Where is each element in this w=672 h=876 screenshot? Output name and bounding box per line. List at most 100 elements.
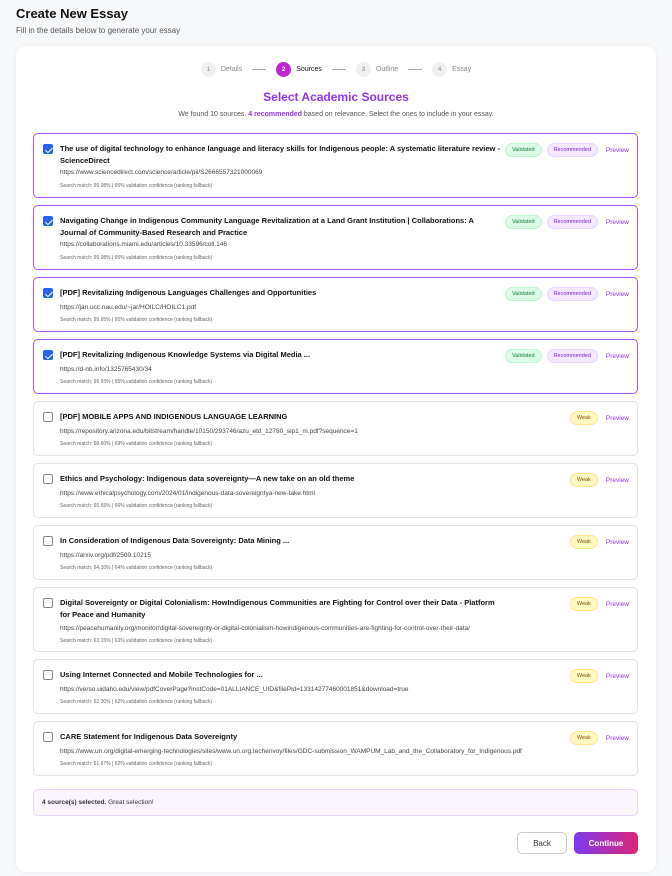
source-card[interactable]: Digital Sovereignty or Digital Coloniali… bbox=[33, 587, 638, 652]
source-checkbox[interactable] bbox=[43, 288, 53, 298]
source-card[interactable]: [PDF] Revitalizing Indigenous Languages … bbox=[33, 277, 638, 332]
weak-badge: Weak bbox=[569, 597, 598, 611]
source-checkbox[interactable] bbox=[43, 536, 53, 546]
source-title: Navigating Change in Indigenous Communit… bbox=[60, 216, 474, 237]
source-meta: Search match: 68.60% | 69% validation co… bbox=[60, 441, 213, 447]
validated-badge: Validated bbox=[505, 143, 542, 157]
validated-badge: Validated bbox=[505, 349, 542, 363]
preview-link[interactable]: Preview bbox=[606, 353, 629, 360]
source-meta: Search match: 64.10% | 64% validation co… bbox=[60, 565, 213, 571]
source-meta: Search match: 99.95% | 95% validation co… bbox=[60, 317, 213, 323]
source-badges: Validated Recommended Preview bbox=[505, 215, 629, 229]
step-outline[interactable]: 3 Outline bbox=[355, 61, 399, 77]
source-badges: Validated Recommended Preview bbox=[505, 287, 629, 301]
source-checkbox[interactable] bbox=[43, 474, 53, 484]
source-title: [PDF] Revitalizing Indigenous Languages … bbox=[60, 288, 317, 297]
preview-link[interactable]: Preview bbox=[606, 673, 629, 680]
source-checkbox[interactable] bbox=[43, 144, 53, 154]
source-checkbox[interactable] bbox=[43, 598, 53, 608]
preview-link[interactable]: Preview bbox=[606, 477, 629, 484]
source-title: [PDF] MOBILE APPS AND INDIGENOUS LANGUAG… bbox=[60, 412, 288, 421]
source-title: [PDF] Revitalizing Indigenous Knowledge … bbox=[60, 350, 311, 359]
source-checkbox[interactable] bbox=[43, 670, 53, 680]
source-meta: Search match: 61.67% | 62% validation co… bbox=[60, 761, 213, 767]
source-badges: Validated Recommended Preview bbox=[505, 349, 629, 363]
source-badges: Weak Preview bbox=[569, 669, 629, 683]
validated-badge: Validated bbox=[505, 215, 542, 229]
source-url: https://jan.ucc.nau.edu/~jar/HOILC/HOILC… bbox=[60, 304, 197, 311]
source-title: Using Internet Connected and Mobile Tech… bbox=[60, 670, 263, 679]
preview-link[interactable]: Preview bbox=[606, 219, 629, 226]
preview-link[interactable]: Preview bbox=[606, 147, 629, 154]
source-checkbox[interactable] bbox=[43, 732, 53, 742]
source-checkbox[interactable] bbox=[43, 216, 53, 226]
page-subtitle: Fill in the details below to generate yo… bbox=[16, 26, 181, 35]
source-badges: Weak Preview bbox=[569, 411, 629, 425]
source-checkbox[interactable] bbox=[43, 350, 53, 360]
source-card[interactable]: The use of digital technology to enhance… bbox=[33, 133, 638, 198]
step-number: 3 bbox=[355, 61, 371, 77]
source-card[interactable]: [PDF] Revitalizing Indigenous Knowledge … bbox=[33, 339, 638, 394]
step-number: 1 bbox=[200, 61, 216, 77]
intro-text: We found 10 sources. bbox=[178, 111, 247, 118]
recommended-badge: Recommended bbox=[546, 287, 598, 301]
source-badges: Weak Preview bbox=[569, 597, 629, 611]
intro-text-end: based on relevance. Select the ones to i… bbox=[303, 111, 494, 118]
source-badges: Weak Preview bbox=[569, 535, 629, 549]
source-card[interactable]: Navigating Change in Indigenous Communit… bbox=[33, 205, 638, 270]
step-essay[interactable]: 4 Essay bbox=[432, 61, 472, 77]
preview-link[interactable]: Preview bbox=[606, 539, 629, 546]
step-divider bbox=[408, 68, 423, 70]
source-meta: Search match: 99.98% | 95% validation co… bbox=[60, 255, 213, 261]
source-card[interactable]: Using Internet Connected and Mobile Tech… bbox=[33, 659, 638, 714]
step-sources[interactable]: 2 Sources bbox=[276, 61, 322, 77]
source-title: CARE Statement for Indigenous Data Sover… bbox=[60, 732, 238, 741]
source-card[interactable]: CARE Statement for Indigenous Data Sover… bbox=[33, 721, 638, 776]
recommended-badge: Recommended bbox=[546, 215, 598, 229]
weak-badge: Weak bbox=[569, 669, 598, 683]
recommended-badge: Recommended bbox=[546, 349, 598, 363]
selection-summary: 4 source(s) selected. Great selection! bbox=[33, 789, 638, 816]
step-number: 4 bbox=[432, 61, 448, 77]
section-intro: We found 10 sources. 4 recommended based… bbox=[16, 111, 656, 118]
source-checkbox[interactable] bbox=[43, 412, 53, 422]
source-badges: Weak Preview bbox=[569, 473, 629, 487]
preview-link[interactable]: Preview bbox=[606, 415, 629, 422]
source-card[interactable]: In Consideration of Indigenous Data Sove… bbox=[33, 525, 638, 580]
source-meta: Search match: 63.15% | 63% validation co… bbox=[60, 638, 213, 644]
continue-button[interactable]: Continue bbox=[574, 832, 638, 854]
source-title: In Consideration of Indigenous Data Sove… bbox=[60, 536, 290, 545]
step-label: Details bbox=[220, 65, 243, 73]
source-url: https://peacehumanity.org/monitor/digita… bbox=[60, 625, 470, 632]
back-button[interactable]: Back bbox=[517, 832, 567, 854]
source-card[interactable]: [PDF] MOBILE APPS AND INDIGENOUS LANGUAG… bbox=[33, 401, 638, 456]
source-url: https://verso.uidaho.edu/view/pdfCoverPa… bbox=[60, 686, 409, 693]
source-title: Digital Sovereignty or Digital Coloniali… bbox=[60, 598, 495, 619]
preview-link[interactable]: Preview bbox=[606, 601, 629, 608]
step-details[interactable]: 1 Details bbox=[200, 61, 243, 77]
source-url: https://d-nb.info/1325765430/34 bbox=[60, 366, 152, 373]
weak-badge: Weak bbox=[569, 473, 598, 487]
step-label: Essay bbox=[452, 65, 472, 73]
preview-link[interactable]: Preview bbox=[606, 735, 629, 742]
source-badges: Validated Recommended Preview bbox=[505, 143, 629, 157]
source-url: https://www.sciencedirect.com/science/ar… bbox=[60, 169, 263, 176]
source-url: https://www.ethicalpsychology.com/2024/0… bbox=[60, 490, 315, 497]
intro-highlight: 4 recommended bbox=[248, 111, 302, 118]
step-label: Outline bbox=[375, 65, 399, 73]
step-divider bbox=[252, 68, 267, 70]
recommended-badge: Recommended bbox=[546, 143, 598, 157]
weak-badge: Weak bbox=[569, 731, 598, 745]
preview-link[interactable]: Preview bbox=[606, 291, 629, 298]
source-title: The use of digital technology to enhance… bbox=[60, 144, 500, 165]
source-url: https://collaborations.miami.edu/article… bbox=[60, 241, 227, 248]
step-number: 2 bbox=[276, 61, 292, 77]
source-card[interactable]: Ethics and Psychology: Indigenous data s… bbox=[33, 463, 638, 518]
source-badges: Weak Preview bbox=[569, 731, 629, 745]
validated-badge: Validated bbox=[505, 287, 542, 301]
selection-count: 4 source(s) selected. bbox=[42, 799, 107, 806]
stepper: 1 Details 2 Sources 3 Outline 4 Essay bbox=[16, 61, 656, 77]
selection-message: Great selection! bbox=[108, 799, 154, 806]
weak-badge: Weak bbox=[569, 535, 598, 549]
step-label: Sources bbox=[296, 65, 322, 73]
